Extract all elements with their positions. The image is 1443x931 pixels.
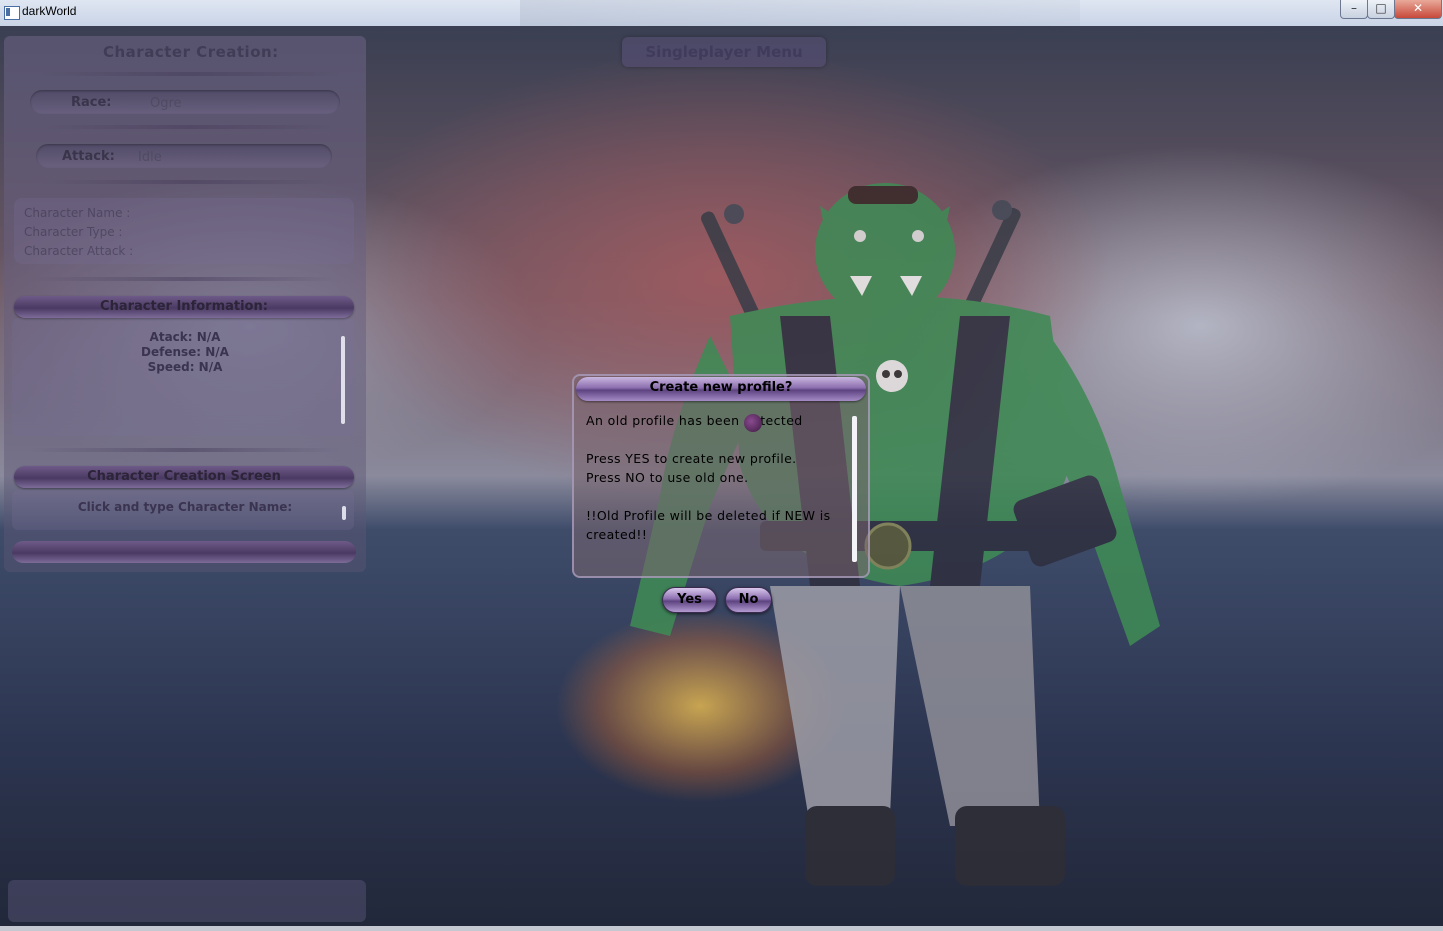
attack-value: Idle	[138, 150, 162, 165]
minimize-button[interactable]: –	[1340, 0, 1368, 19]
no-button[interactable]: No	[725, 587, 772, 613]
summary-type-line: Character Type :	[24, 225, 123, 239]
singleplayer-menu-button[interactable]: Singleplayer Menu	[622, 37, 826, 67]
maximize-button[interactable]: □	[1367, 0, 1395, 19]
mouse-cursor-icon	[744, 414, 762, 432]
singleplayer-menu-label: Singleplayer Menu	[645, 43, 803, 61]
dialog-line: Press NO to use old one.	[586, 470, 749, 485]
dialog-header: Create new profile?	[576, 377, 866, 401]
divider	[40, 125, 340, 129]
creation-screen-header: Character Creation Screen	[14, 466, 354, 488]
stat-speed: Speed: N/A	[147, 360, 223, 374]
character-information-header: Character Information:	[14, 296, 354, 318]
info-scrollbar[interactable]	[341, 336, 345, 424]
race-value: Ogre	[150, 96, 182, 111]
dialog-line: !!Old Profile will be deleted if NEW is	[586, 508, 831, 523]
dialog-title: Create new profile?	[649, 380, 793, 395]
stat-defense: Defense: N/A	[141, 345, 229, 359]
dialog-scrollbar[interactable]	[852, 416, 857, 562]
character-name-input[interactable]	[12, 541, 356, 563]
character-creation-title: Character Creation:	[103, 43, 279, 61]
dialog-line: An old profile has been detected	[586, 413, 803, 428]
divider	[30, 277, 340, 281]
race-label: Race:	[71, 95, 112, 110]
window-titlebar[interactable]: darkWorld – □ ✕	[0, 0, 1443, 27]
yes-button[interactable]: Yes	[662, 587, 717, 613]
character-name-prompt: Click and type Character Name:	[77, 500, 293, 514]
dialog-line: Press YES to create new profile.	[586, 451, 797, 466]
left-panel-footer	[8, 880, 366, 922]
character-information-title: Character Information:	[100, 299, 268, 314]
divider	[40, 180, 340, 184]
window-bottom-border	[0, 926, 1443, 931]
divider	[40, 72, 340, 76]
creation-screen-title: Character Creation Screen	[87, 469, 281, 484]
attack-label: Attack:	[62, 149, 115, 164]
dialog-line: created!!	[586, 527, 648, 542]
summary-attack-line: Character Attack :	[24, 244, 134, 258]
window-title: darkWorld	[22, 4, 77, 18]
name-scrollbar[interactable]	[342, 506, 346, 520]
app-icon	[4, 6, 20, 20]
background-toolbar-ghost	[520, 0, 1080, 26]
close-button[interactable]: ✕	[1394, 0, 1442, 19]
divider	[30, 448, 340, 452]
summary-name-line: Character Name :	[24, 206, 131, 220]
stat-attack: Atack: N/A	[149, 330, 221, 344]
